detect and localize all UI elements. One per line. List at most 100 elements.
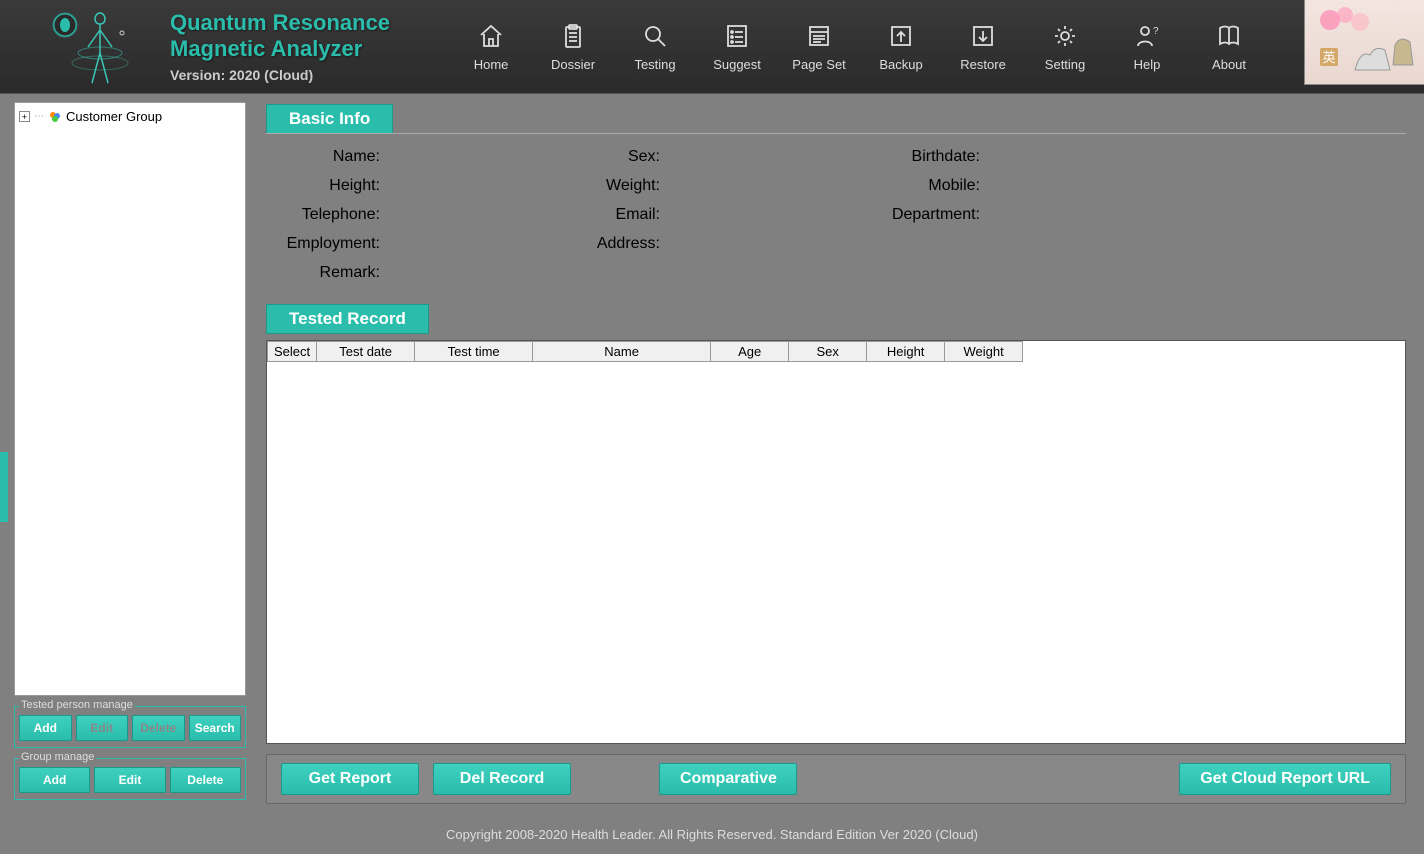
- toolbar-label: Dossier: [551, 57, 595, 72]
- weight-label: Weight:: [570, 177, 660, 195]
- group-manage-legend: Group manage: [19, 751, 96, 763]
- tree-root-label: Customer Group: [66, 109, 162, 124]
- page-set-button[interactable]: Page Set: [778, 7, 860, 87]
- person-manage-legend: Tested person manage: [19, 699, 135, 711]
- help-button[interactable]: ? Help: [1106, 7, 1188, 87]
- remark-value: [380, 264, 570, 282]
- main-toolbar: Home Dossier Testing Suggest Page Set: [450, 7, 1270, 87]
- telephone-value: [380, 206, 570, 224]
- toolbar-label: Suggest: [713, 57, 761, 72]
- dossier-button[interactable]: Dossier: [532, 7, 614, 87]
- tree-root-node[interactable]: + ⋯ Customer Group: [19, 109, 241, 124]
- sex-value: [660, 148, 850, 166]
- main-area: + ⋯ Customer Group Tested person manage …: [0, 94, 1424, 814]
- group-delete-button[interactable]: Delete: [170, 767, 241, 793]
- title-block: Quantum Resonance Magnetic Analyzer Vers…: [170, 10, 390, 83]
- birthdate-label: Birthdate:: [850, 148, 980, 166]
- header-decoration: 英: [1304, 0, 1424, 85]
- employment-value: [380, 235, 570, 253]
- address-label: Address:: [570, 235, 660, 253]
- setting-button[interactable]: Setting: [1024, 7, 1106, 87]
- book-icon: [1214, 21, 1244, 51]
- col-height[interactable]: Height: [867, 342, 945, 362]
- toolbar-label: Home: [474, 57, 509, 72]
- col-sex[interactable]: Sex: [789, 342, 867, 362]
- upload-icon: [886, 21, 916, 51]
- svg-text:英: 英: [1322, 50, 1335, 65]
- get-cloud-url-button[interactable]: Get Cloud Report URL: [1179, 763, 1391, 795]
- mobile-label: Mobile:: [850, 177, 980, 195]
- home-button[interactable]: Home: [450, 7, 532, 87]
- address-value: [660, 235, 850, 253]
- tested-record-table-container[interactable]: Select Test date Test time Name Age Sex …: [266, 340, 1406, 744]
- mobile-value: [980, 177, 1170, 195]
- customer-tree[interactable]: + ⋯ Customer Group: [14, 102, 246, 696]
- content-area: Basic Info Name: Sex: Birthdate: Height:…: [252, 94, 1424, 814]
- download-icon: [968, 21, 998, 51]
- app-title: Quantum Resonance Magnetic Analyzer: [170, 10, 390, 61]
- email-value: [660, 206, 850, 224]
- person-delete-button[interactable]: Delete: [132, 715, 185, 741]
- basic-info-tab: Basic Info: [266, 104, 393, 134]
- sidebar: + ⋯ Customer Group Tested person manage …: [0, 94, 252, 814]
- restore-button[interactable]: Restore: [942, 7, 1024, 87]
- table-header-row: Select Test date Test time Name Age Sex …: [268, 342, 1023, 362]
- person-help-icon: ?: [1132, 21, 1162, 51]
- sex-label: Sex:: [570, 148, 660, 166]
- toolbar-label: Help: [1134, 57, 1161, 72]
- department-value: [980, 206, 1170, 224]
- col-select[interactable]: Select: [268, 342, 317, 362]
- tested-record-table: Select Test date Test time Name Age Sex …: [267, 341, 1023, 362]
- backup-button[interactable]: Backup: [860, 7, 942, 87]
- comparative-button[interactable]: Comparative: [659, 763, 797, 795]
- divider: [266, 133, 1406, 134]
- toolbar-label: About: [1212, 57, 1246, 72]
- group-edit-button[interactable]: Edit: [94, 767, 165, 793]
- tested-record-header: Tested Record: [266, 304, 1406, 334]
- basic-info-grid: Name: Sex: Birthdate: Height: Weight: Mo…: [266, 136, 1406, 290]
- about-button[interactable]: About: [1188, 7, 1270, 87]
- get-report-button[interactable]: Get Report: [281, 763, 419, 795]
- tree-connector: ⋯: [34, 111, 44, 122]
- height-value: [380, 177, 570, 195]
- suggest-button[interactable]: Suggest: [696, 7, 778, 87]
- height-label: Height:: [270, 177, 380, 195]
- app-header: Quantum Resonance Magnetic Analyzer Vers…: [0, 0, 1424, 94]
- person-add-button[interactable]: Add: [19, 715, 72, 741]
- group-add-button[interactable]: Add: [19, 767, 90, 793]
- page-icon: [804, 21, 834, 51]
- person-manage-panel: Tested person manage Add Edit Delete Sea…: [14, 706, 246, 748]
- col-age[interactable]: Age: [711, 342, 789, 362]
- col-test-date[interactable]: Test date: [317, 342, 415, 362]
- birthdate-value: [980, 148, 1170, 166]
- list-icon: [722, 21, 752, 51]
- testing-button[interactable]: Testing: [614, 7, 696, 87]
- group-manage-panel: Group manage Add Edit Delete: [14, 758, 246, 800]
- col-name[interactable]: Name: [533, 342, 711, 362]
- name-label: Name:: [270, 148, 380, 166]
- col-test-time[interactable]: Test time: [415, 342, 533, 362]
- gear-icon: [1050, 21, 1080, 51]
- person-search-button[interactable]: Search: [189, 715, 242, 741]
- expand-icon[interactable]: +: [19, 111, 30, 122]
- clipboard-icon: [558, 21, 588, 51]
- toolbar-label: Page Set: [792, 57, 846, 72]
- person-edit-button[interactable]: Edit: [76, 715, 129, 741]
- tested-record-tab: Tested Record: [266, 304, 429, 334]
- toolbar-label: Backup: [879, 57, 922, 72]
- version-label: Version: 2020 (Cloud): [170, 67, 390, 83]
- human-figure-icon: [50, 5, 140, 90]
- toolbar-label: Restore: [960, 57, 1006, 72]
- del-record-button[interactable]: Del Record: [433, 763, 571, 795]
- name-value: [380, 148, 570, 166]
- logo-area: [0, 0, 160, 94]
- toolbar-label: Setting: [1045, 57, 1085, 72]
- employment-label: Employment:: [270, 235, 380, 253]
- toolbar-label: Testing: [634, 57, 675, 72]
- copyright-text: Copyright 2008-2020 Health Leader. All R…: [446, 827, 978, 842]
- remark-label: Remark:: [270, 264, 380, 282]
- weight-value: [660, 177, 850, 195]
- footer: Copyright 2008-2020 Health Leader. All R…: [0, 814, 1424, 854]
- col-weight[interactable]: Weight: [945, 342, 1023, 362]
- svg-text:?: ?: [1153, 26, 1159, 37]
